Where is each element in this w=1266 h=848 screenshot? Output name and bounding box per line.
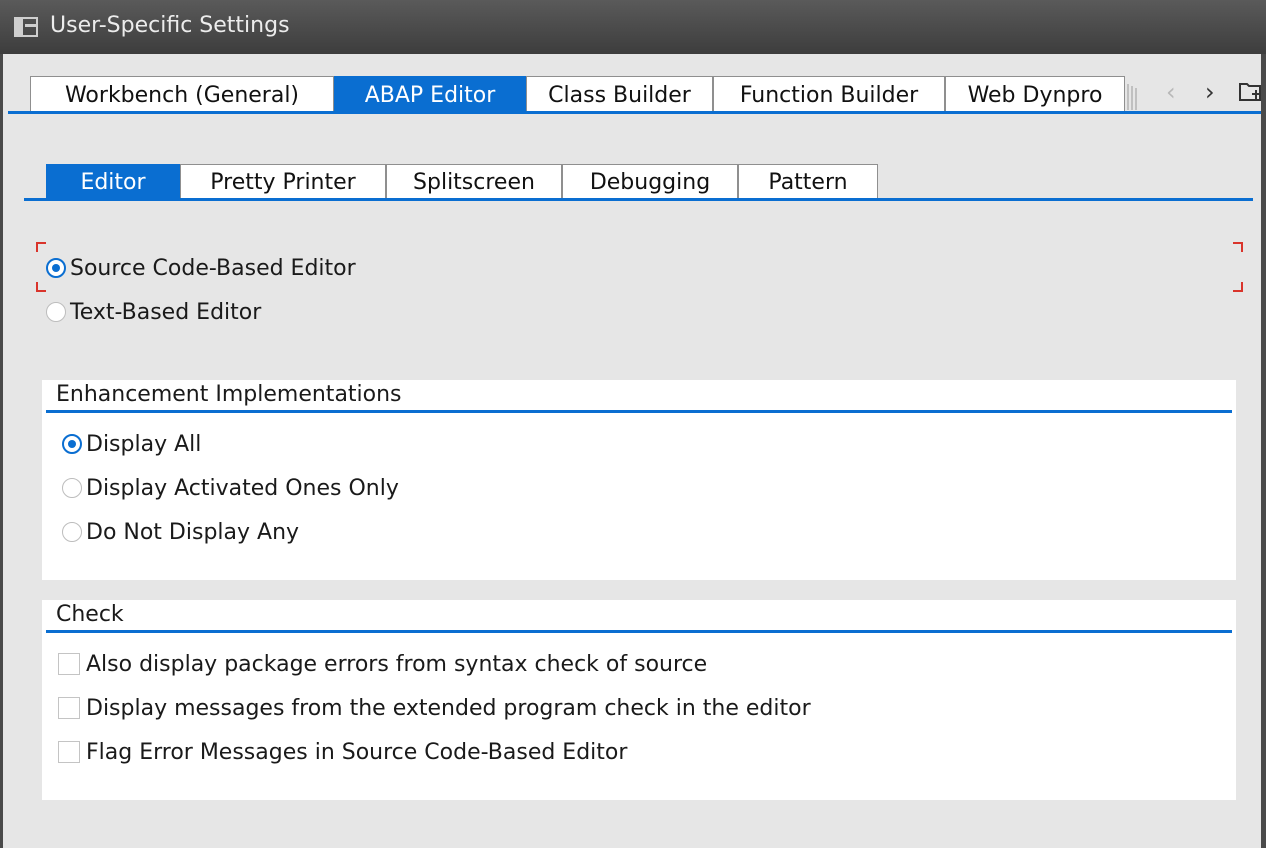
checkbox[interactable]	[58, 741, 80, 763]
tab-label: Web Dynpro	[967, 83, 1103, 108]
checkbox-flag-error-messages[interactable]: Flag Error Messages in Source Code-Based…	[58, 737, 627, 767]
checkbox-label: Also display package errors from syntax …	[86, 651, 708, 677]
radio-button[interactable]	[62, 434, 82, 454]
tab-overflow-stack-icon	[1127, 84, 1137, 110]
tab-abap-editor[interactable]: ABAP Editor	[334, 76, 526, 112]
radio-do-not-display[interactable]: Do Not Display Any	[62, 517, 299, 547]
checkbox[interactable]	[58, 697, 80, 719]
enhancement-implementations-group: Enhancement Implementations Display All …	[42, 380, 1236, 580]
window-title: User-Specific Settings	[50, 13, 290, 38]
subtab-debugging[interactable]: Debugging	[562, 164, 738, 198]
radio-display-activated-only[interactable]: Display Activated Ones Only	[62, 473, 399, 503]
tab-label: Function Builder	[739, 83, 919, 108]
radio-button[interactable]	[46, 302, 66, 322]
radio-button[interactable]	[62, 522, 82, 542]
checkbox-extended-program-check[interactable]: Display messages from the extended progr…	[58, 693, 811, 723]
subtab-pattern[interactable]: Pattern	[738, 164, 878, 198]
focus-corner-bottom-left	[36, 282, 46, 292]
subtab-splitscreen[interactable]: Splitscreen	[386, 164, 562, 198]
group-title: Check	[56, 602, 124, 627]
focus-corner-top-right	[1233, 242, 1243, 252]
window-titlebar: User-Specific Settings	[0, 0, 1266, 54]
focus-corner-bottom-right	[1233, 282, 1243, 292]
radio-label: Source Code-Based Editor	[70, 255, 356, 281]
radio-button[interactable]	[62, 478, 82, 498]
check-group: Check Also display package errors from s…	[42, 600, 1236, 800]
main-tab-underline	[8, 111, 1261, 114]
group-title-underline	[46, 410, 1232, 413]
subtab-label: Editor	[80, 170, 146, 195]
radio-label: Text-Based Editor	[70, 299, 262, 325]
tab-workbench-general[interactable]: Workbench (General)	[30, 76, 334, 112]
checkbox-label: Flag Error Messages in Source Code-Based…	[86, 739, 628, 765]
radio-label: Do Not Display Any	[86, 519, 300, 545]
checkbox-package-errors[interactable]: Also display package errors from syntax …	[58, 649, 707, 679]
radio-button[interactable]	[46, 258, 66, 278]
tab-label: Workbench (General)	[64, 83, 300, 108]
window-frame-left	[0, 54, 3, 848]
subtab-label: Pattern	[768, 170, 848, 195]
subtab-label: Debugging	[589, 170, 711, 195]
group-title: Enhancement Implementations	[56, 382, 402, 407]
subtab-label: Pretty Printer	[210, 170, 356, 195]
checkbox-label: Display messages from the extended progr…	[86, 695, 811, 721]
subtab-label: Splitscreen	[413, 170, 535, 195]
radio-display-all[interactable]: Display All	[62, 429, 201, 459]
tab-class-builder[interactable]: Class Builder	[526, 76, 713, 112]
tab-function-builder[interactable]: Function Builder	[713, 76, 945, 112]
group-title-underline	[46, 630, 1232, 633]
tab-label: ABAP Editor	[364, 83, 496, 108]
checkbox[interactable]	[58, 653, 80, 675]
window-menu-icon[interactable]	[14, 16, 38, 38]
radio-source-code-editor[interactable]: Source Code-Based Editor	[46, 253, 356, 283]
subtab-underline	[24, 198, 1253, 201]
window-frame-right	[1261, 54, 1266, 848]
radio-text-based-editor[interactable]: Text-Based Editor	[46, 297, 261, 327]
chevron-left-icon[interactable]: ‹	[1166, 78, 1176, 106]
tab-label: Class Builder	[548, 83, 691, 108]
folder-list-icon[interactable]	[1238, 80, 1262, 102]
radio-label: Display Activated Ones Only	[86, 475, 399, 501]
focus-corner-top-left	[36, 242, 46, 252]
chevron-right-icon[interactable]: ›	[1205, 78, 1215, 106]
subtab-pretty-printer[interactable]: Pretty Printer	[180, 164, 386, 198]
subtab-editor[interactable]: Editor	[46, 164, 180, 198]
radio-label: Display All	[86, 431, 202, 457]
tab-web-dynpro[interactable]: Web Dynpro	[945, 76, 1125, 112]
